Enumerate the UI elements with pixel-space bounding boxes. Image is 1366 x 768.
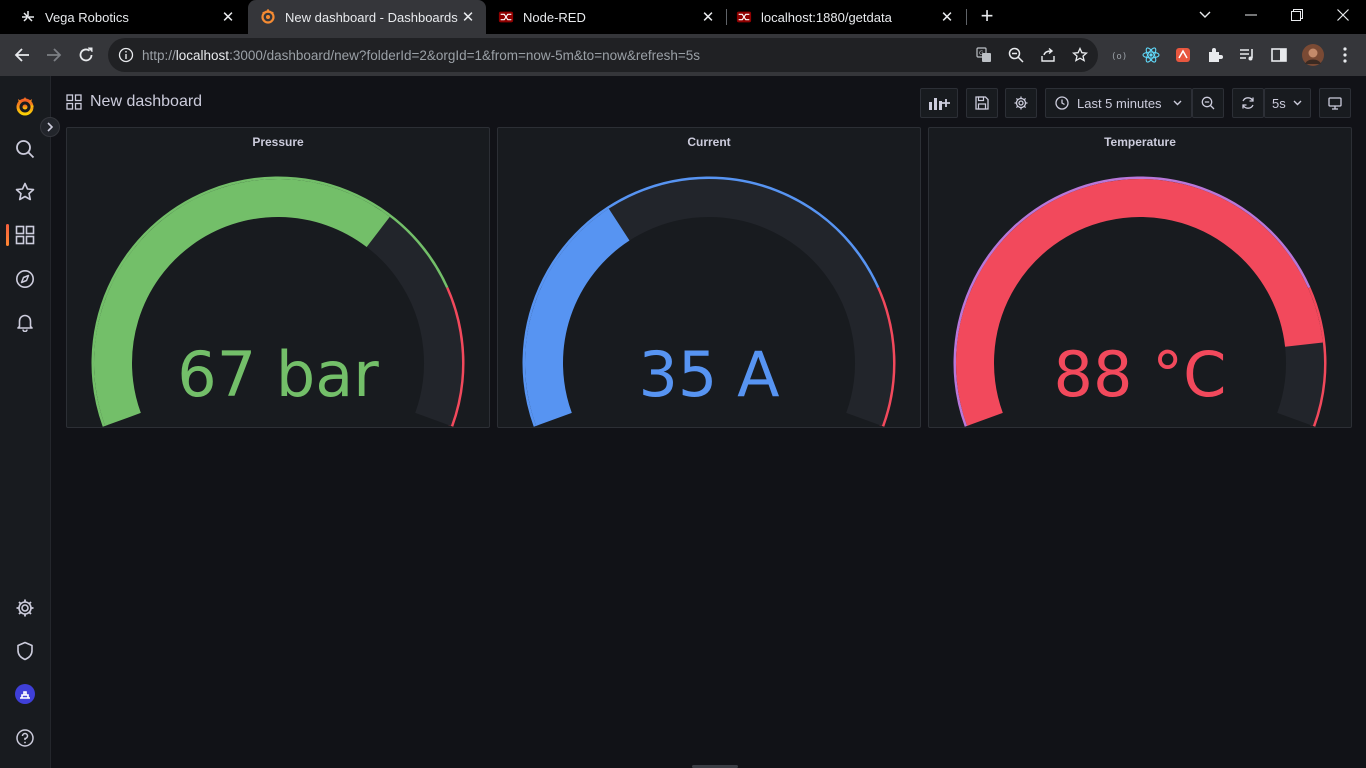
gauge-value-text: 88 °C — [1054, 338, 1227, 411]
tab-node-red[interactable]: Node-RED ✕ — [488, 0, 726, 34]
search-icon[interactable] — [13, 137, 37, 161]
url-host: localhost — [175, 48, 230, 63]
refresh-button[interactable] — [1232, 88, 1264, 118]
server-admin-shield-icon[interactable] — [13, 639, 37, 663]
react-devtools-icon[interactable] — [1142, 46, 1160, 64]
tab-title: localhost:1880/getdata — [761, 9, 892, 25]
tab-title: Node-RED — [523, 9, 586, 25]
side-menu — [0, 76, 60, 768]
gauge-pressure: 67 bar — [91, 176, 465, 427]
clock-icon — [1055, 96, 1069, 110]
gauge-temperature: 88 °C — [953, 176, 1327, 427]
forward-icon[interactable] — [41, 42, 67, 68]
extension-icon[interactable]: (o) — [1110, 46, 1128, 64]
help-icon[interactable] — [13, 726, 37, 750]
grafana-icon — [260, 9, 276, 25]
dashboard-header: New dashboard — [66, 90, 202, 114]
reload-icon[interactable] — [73, 42, 99, 68]
chevron-down-icon — [1173, 100, 1182, 106]
gauge-value-text: 35 A — [638, 338, 779, 411]
tab-grafana-dashboard[interactable]: New dashboard - Dashboards - G ✕ — [248, 0, 486, 34]
close-icon[interactable]: ✕ — [220, 9, 236, 26]
alerting-bell-icon[interactable] — [13, 310, 37, 334]
address-bar[interactable]: http://localhost:3000/dashboard/new?fold… — [108, 38, 1098, 72]
dashboard-settings-button[interactable] — [1005, 88, 1037, 118]
chevron-down-icon — [1293, 100, 1302, 106]
tab-vega-robotics[interactable]: Vega Robotics ✕ — [0, 0, 246, 34]
node-red-icon — [498, 9, 514, 25]
new-tab-button[interactable]: + — [976, 5, 998, 28]
side-panel-icon[interactable] — [1270, 46, 1288, 64]
avatar[interactable] — [13, 682, 37, 706]
active-indicator — [6, 224, 9, 246]
bookmark-star-icon[interactable] — [1072, 47, 1088, 63]
close-icon[interactable]: ✕ — [460, 9, 476, 26]
configuration-gear-icon[interactable] — [13, 596, 37, 620]
restore-button[interactable] — [1274, 0, 1320, 30]
extensions-puzzle-icon[interactable] — [1206, 46, 1224, 64]
tab-separator — [966, 9, 967, 25]
browser-toolbar: http://localhost:3000/dashboard/new?fold… — [0, 34, 1366, 76]
tab-title: New dashboard - Dashboards - G — [285, 9, 460, 25]
close-icon[interactable]: ✕ — [939, 9, 955, 26]
minimize-button[interactable] — [1228, 0, 1274, 30]
profile-avatar[interactable] — [1302, 44, 1324, 66]
svg-text:(o): (o) — [1111, 52, 1127, 61]
gauge-current: 35 A — [522, 176, 896, 427]
add-panel-button[interactable] — [920, 88, 958, 118]
url-text: http://localhost:3000/dashboard/new?fold… — [142, 48, 700, 63]
close-icon[interactable]: ✕ — [700, 9, 716, 26]
url-path: :3000/dashboard/new?folderId=2&orgId=1&f… — [229, 48, 701, 63]
site-info-icon[interactable] — [118, 47, 134, 63]
svg-text:G: G — [979, 50, 984, 57]
chrome-menu-icon[interactable] — [1336, 46, 1354, 64]
node-red-icon — [736, 9, 752, 25]
tab-getdata[interactable]: localhost:1880/getdata ✕ — [727, 0, 965, 34]
zoom-out-button[interactable] — [1192, 88, 1224, 118]
translate-icon[interactable]: G — [976, 47, 992, 63]
refresh-interval-picker[interactable]: 5s — [1264, 88, 1311, 118]
refresh-interval-label: 5s — [1272, 95, 1286, 111]
media-control-icon[interactable] — [1238, 46, 1256, 64]
time-range-label: Last 5 minutes — [1077, 95, 1162, 111]
tv-mode-button[interactable] — [1319, 88, 1351, 118]
gauge-panel-current[interactable]: Current 35 A — [497, 127, 921, 428]
zoom-icon[interactable] — [1008, 47, 1024, 63]
back-icon[interactable] — [9, 42, 35, 68]
save-dashboard-button[interactable] — [966, 88, 998, 118]
time-range-picker[interactable]: Last 5 minutes — [1045, 88, 1192, 118]
share-icon[interactable] — [1040, 47, 1056, 63]
tab-title: Vega Robotics — [45, 9, 129, 25]
page-title[interactable]: New dashboard — [90, 93, 202, 111]
close-window-button[interactable] — [1320, 0, 1366, 30]
url-scheme: http:// — [142, 48, 176, 63]
gauge-value-text: 67 bar — [177, 338, 379, 411]
grafana-app: New dashboard Last 5 minutes 5s Pressure… — [0, 76, 1366, 768]
browser-tab-bar: Vega Robotics ✕ New dashboard - Dashboar… — [0, 0, 1366, 34]
dashboards-icon[interactable] — [13, 223, 37, 247]
vega-icon — [20, 9, 36, 25]
gauge-value-arc — [525, 208, 630, 426]
dashboard-grid-icon — [66, 94, 82, 110]
gauge-panel-temperature[interactable]: Temperature 88 °C — [928, 127, 1352, 428]
explore-compass-icon[interactable] — [13, 267, 37, 291]
gauge-panel-pressure[interactable]: Pressure 67 bar — [66, 127, 490, 428]
expand-menu-button[interactable] — [40, 117, 60, 137]
extension-icon[interactable] — [1174, 46, 1192, 64]
tab-search-icon[interactable] — [1182, 0, 1228, 30]
star-icon[interactable] — [13, 180, 37, 204]
grafana-logo-icon[interactable] — [13, 94, 37, 118]
